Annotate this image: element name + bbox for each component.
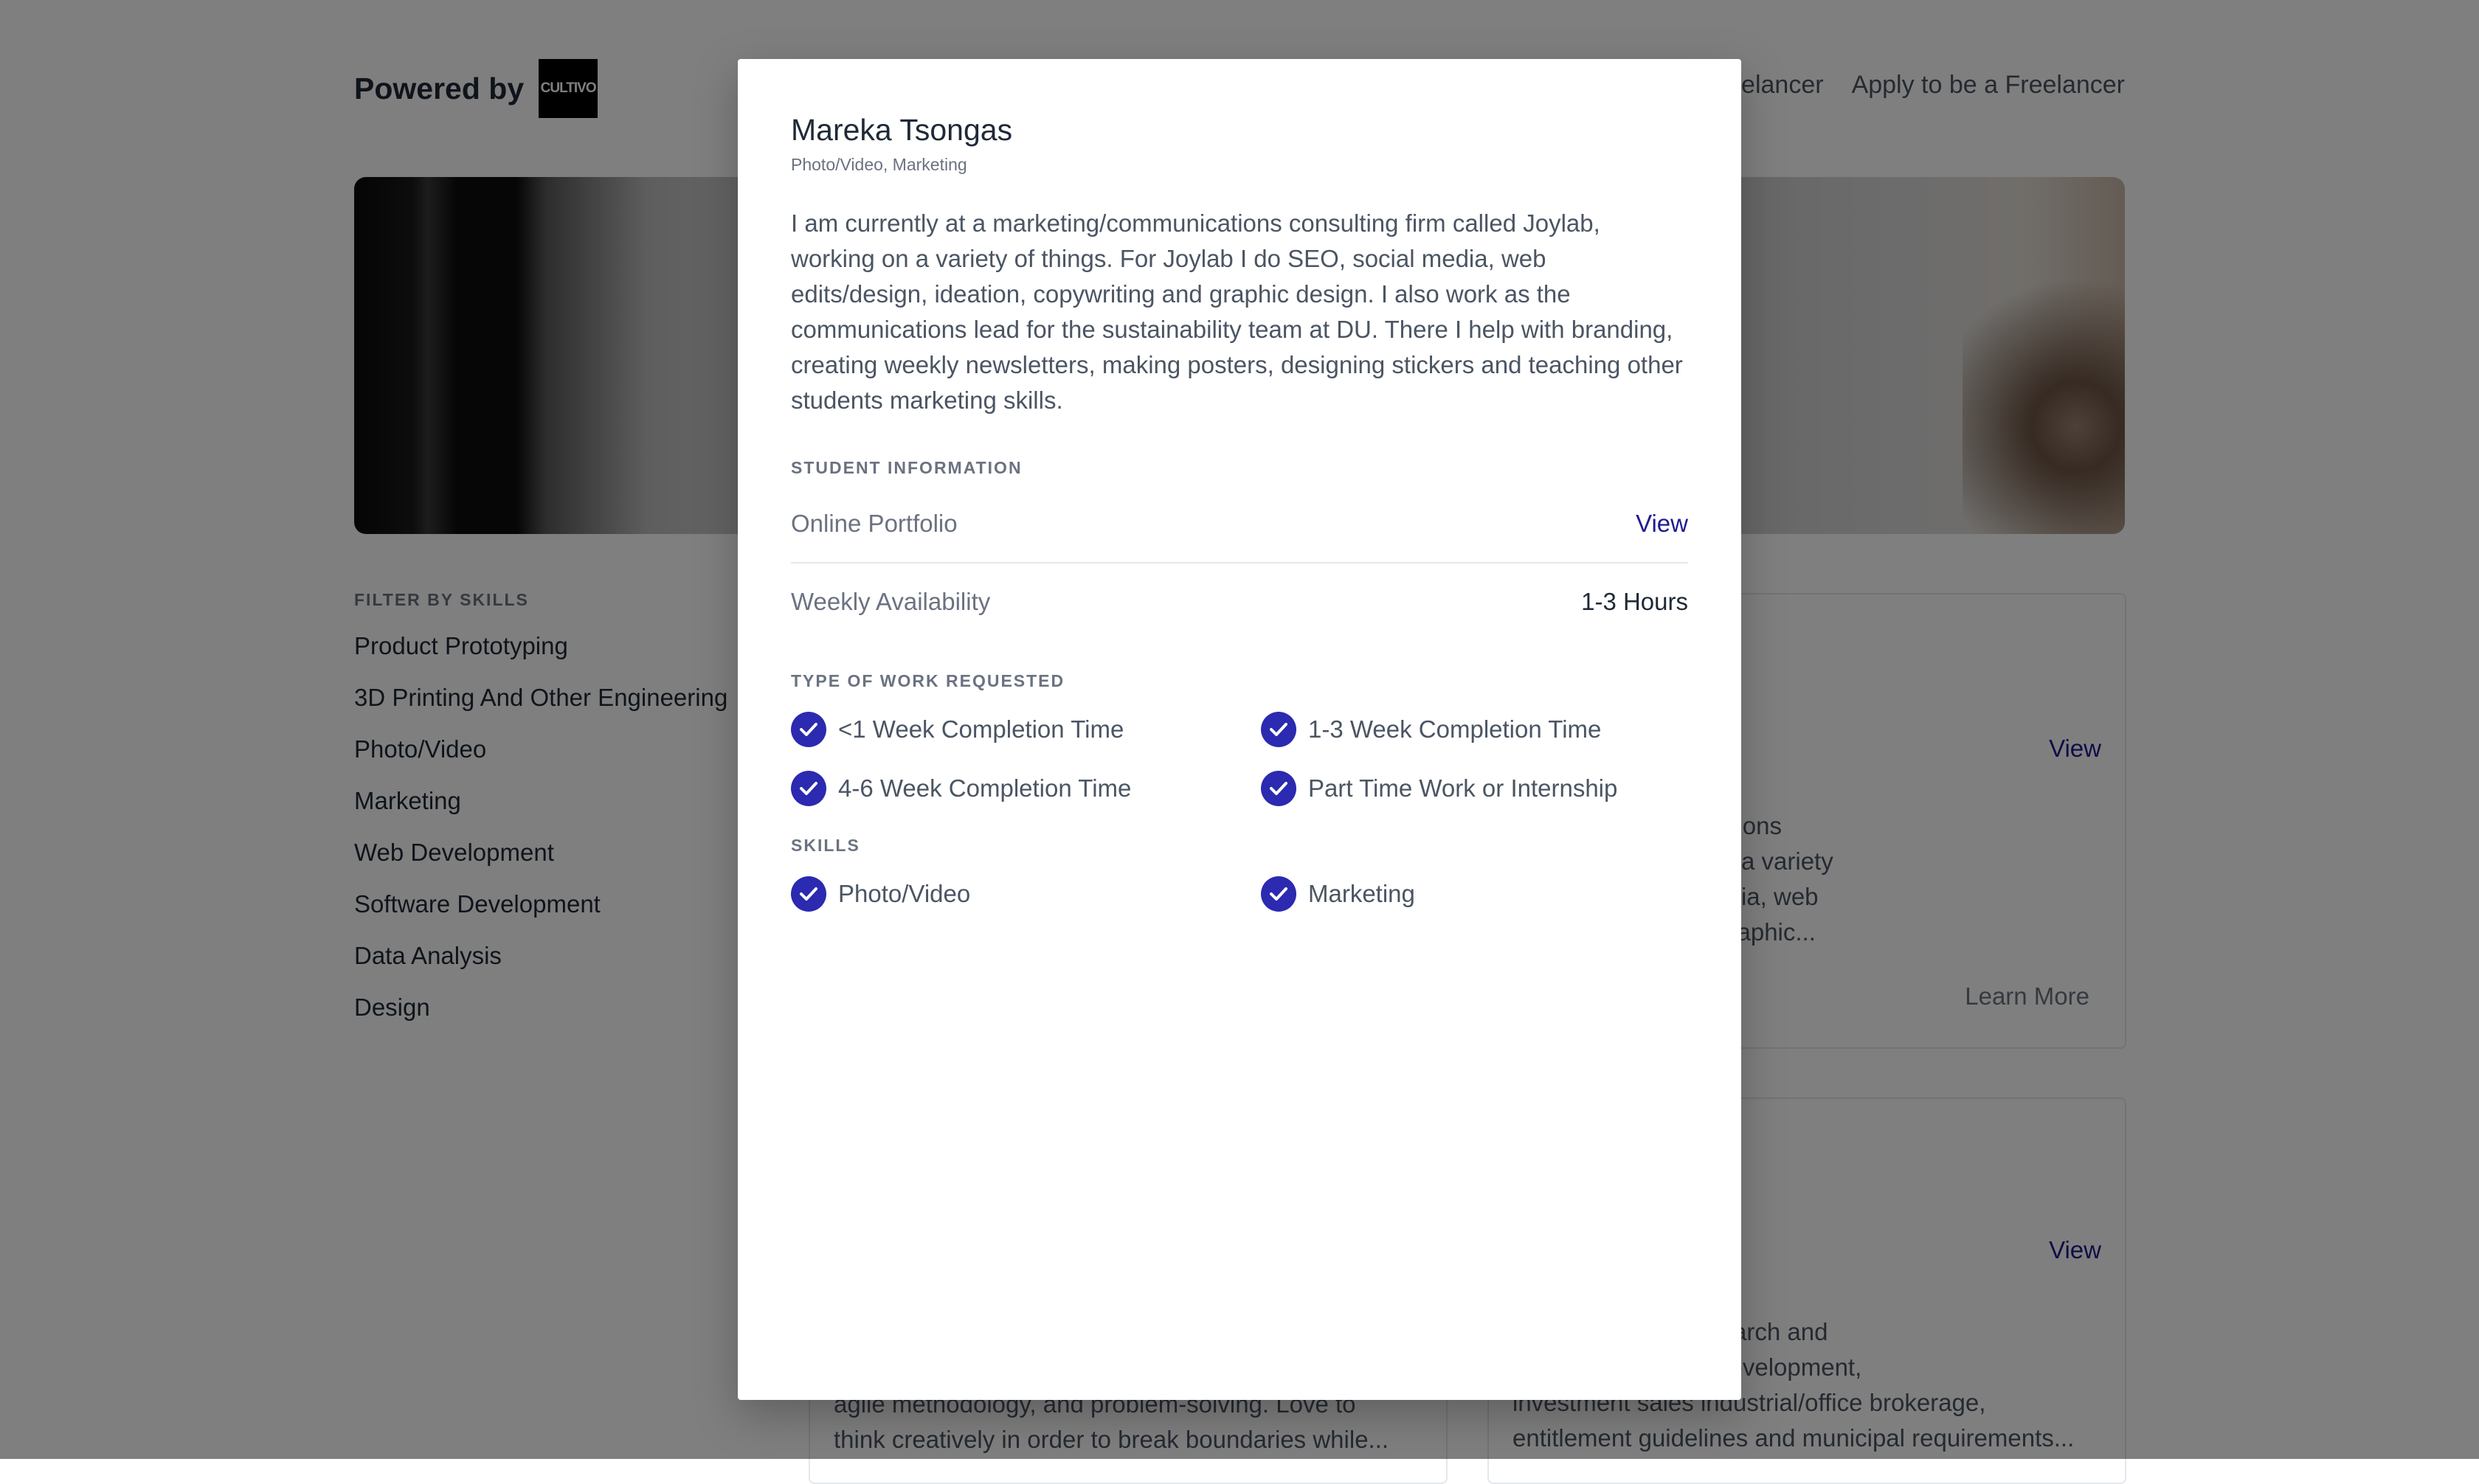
availability-row: Weekly Availability 1-3 Hours	[791, 562, 1688, 640]
portfolio-label: Online Portfolio	[791, 510, 958, 537]
freelancer-profile-modal: Mareka Tsongas Photo/Video, Marketing I …	[738, 59, 1741, 1400]
check-circle-icon	[791, 771, 826, 806]
work-type-list: <1 Week Completion Time 1-3 Week Complet…	[791, 712, 1688, 806]
student-information-heading: STUDENT INFORMATION	[791, 458, 1023, 477]
work-type-item: <1 Week Completion Time	[791, 712, 1261, 747]
work-type-item: 4-6 Week Completion Time	[791, 771, 1261, 806]
work-type-label: 1-3 Week Completion Time	[1308, 715, 1602, 743]
check-circle-icon	[791, 876, 826, 912]
profile-skills-subtitle: Photo/Video, Marketing	[791, 155, 967, 174]
skill-item: Photo/Video	[791, 876, 1261, 912]
skills-heading: SKILLS	[791, 836, 860, 855]
portfolio-row: Online Portfolio View	[791, 485, 1688, 562]
skill-label: Marketing	[1308, 880, 1415, 907]
availability-label: Weekly Availability	[791, 588, 991, 615]
work-type-item: 1-3 Week Completion Time	[1261, 712, 1689, 747]
check-circle-icon	[791, 712, 826, 747]
student-information-list: Online Portfolio View Weekly Availabilit…	[791, 485, 1688, 640]
skill-label: Photo/Video	[838, 880, 971, 907]
check-circle-icon	[1261, 712, 1296, 747]
work-type-label: Part Time Work or Internship	[1308, 774, 1618, 802]
portfolio-view-link[interactable]: View	[1636, 510, 1688, 538]
work-type-label: 4-6 Week Completion Time	[838, 774, 1132, 802]
check-circle-icon	[1261, 771, 1296, 806]
work-type-heading: TYPE OF WORK REQUESTED	[791, 671, 1065, 690]
work-type-item: Part Time Work or Internship	[1261, 771, 1689, 806]
page: Powered by CULTIVO elancer Apply to be a…	[0, 0, 2479, 1484]
availability-value: 1-3 Hours	[1581, 588, 1688, 615]
skill-item: Marketing	[1261, 876, 1689, 912]
check-circle-icon	[1261, 876, 1296, 912]
profile-name: Mareka Tsongas	[791, 113, 1013, 147]
work-type-label: <1 Week Completion Time	[838, 715, 1124, 743]
profile-bio: I am currently at a marketing/communicat…	[791, 209, 1683, 414]
skills-list: Photo/Video Marketing	[791, 876, 1688, 912]
